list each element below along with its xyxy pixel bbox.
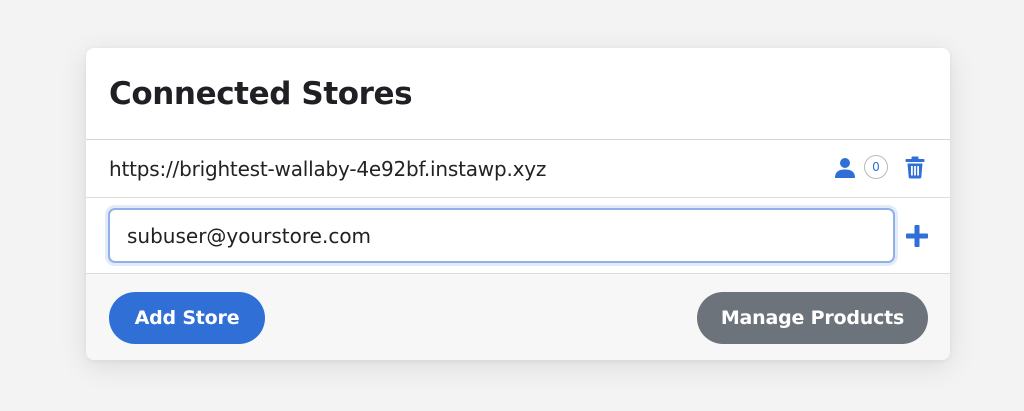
panel-title: Connected Stores: [109, 76, 413, 112]
panel-footer: Add Store Manage Products: [86, 274, 950, 360]
plus-icon[interactable]: [906, 225, 928, 247]
user-count-badge: 0: [864, 155, 888, 179]
user-icon[interactable]: [834, 157, 856, 179]
trash-icon[interactable]: [905, 156, 925, 179]
manage-products-button[interactable]: Manage Products: [697, 292, 928, 344]
sub-user-email-input[interactable]: [108, 208, 895, 263]
panel-header: Connected Stores: [86, 48, 950, 140]
add-store-button[interactable]: Add Store: [109, 292, 265, 344]
store-row: https://brightest-wallaby-4e92bf.instawp…: [86, 140, 950, 198]
store-url: https://brightest-wallaby-4e92bf.instawp…: [109, 157, 547, 181]
connected-stores-panel: Connected Stores https://brightest-walla…: [86, 48, 950, 360]
add-user-row: [86, 198, 950, 274]
